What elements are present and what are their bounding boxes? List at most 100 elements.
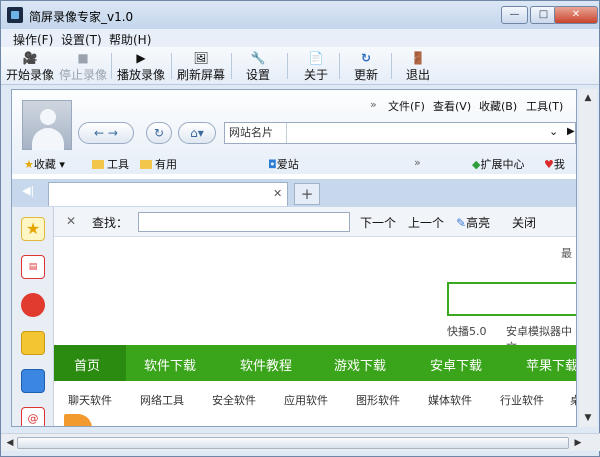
nav-games[interactable]: 游戏下载 [334,355,386,374]
horizontal-scrollbar[interactable]: ◀ ▶ [1,433,600,451]
latest-text: 最 [561,247,572,260]
menu-help[interactable]: 帮助(H) [109,31,151,48]
subnav-security[interactable]: 安全软件 [212,392,256,408]
page-content: 最 快播5.0 安卓模拟器中文 首页 软件下载 软件教程 游戏下载 安卓下载 苹… [54,237,576,426]
fav-extension-center[interactable]: ◆扩展中心 [472,156,524,172]
refresh-screen-button[interactable]: 🖼 刷新屏幕 [175,48,227,84]
chevron-down-icon[interactable]: ⌄ [549,125,558,138]
folder-icon [140,160,152,169]
address-bar[interactable]: 网站名片 ⌄ ▶ [224,122,576,144]
window-title: 简屏录像专家_v1.0 [29,10,134,24]
fav-mine[interactable]: ♥我 [544,156,565,172]
toolbar-divider [339,53,340,79]
find-input[interactable] [138,212,350,232]
toolbar-divider [171,53,172,79]
nav-software[interactable]: 软件下载 [144,355,196,374]
browser-tab[interactable]: ✕ [48,182,288,206]
tab-list-icon[interactable]: ◀| [22,184,34,197]
subnav-chat[interactable]: 聊天软件 [68,392,112,408]
scroll-up-icon[interactable]: ▲ [581,91,595,105]
find-next-button[interactable]: 下一个 [360,214,396,231]
subnav-desktop[interactable]: 桌 [570,392,576,408]
home-icon[interactable]: ⌂▾ [178,122,216,144]
menu-operate[interactable]: 操作(F) [13,31,53,48]
picture-icon: 🖼 [193,51,209,65]
play-record-button[interactable]: ▶ 播放录像 [115,48,167,84]
start-record-button[interactable]: 🎥 开始录像 [5,48,55,84]
document-icon: 📄 [308,51,324,65]
toolbar-divider [391,53,392,79]
menu-bar: 操作(F) 设置(T) 帮助(H) [1,29,599,47]
nav-android[interactable]: 安卓下载 [430,355,482,374]
nav-apple[interactable]: 苹果下载 [526,355,576,374]
nav-home[interactable]: 首页 [74,355,100,374]
go-arrow-icon[interactable]: ▶ [567,126,575,137]
aizhan-icon: ◘ [268,158,277,171]
fav-useful-folder[interactable]: 有用 [140,156,177,172]
fav-tools-folder[interactable]: 工具 [92,156,129,172]
star-icon: ★ [24,158,34,171]
about-button[interactable]: 📄 关于 [299,48,333,84]
toolbar-divider [287,53,288,79]
scroll-down-icon[interactable]: ▼ [581,411,595,425]
browser-menu-tools[interactable]: 工具(T) [526,98,563,114]
nav-tutorial[interactable]: 软件教程 [240,355,292,374]
screen-preview: » 文件(F) 查看(V) 收藏(B) 工具(T) ← → ↻ ⌂▾ 网站名片 … [11,89,577,427]
close-tab-icon[interactable]: ✕ [273,187,282,200]
wrench-icon: 🔧 [250,51,266,65]
site-card-dropdown[interactable]: 网站名片 [225,123,287,143]
menu-settings[interactable]: 设置(T) [61,31,102,48]
subnav-media[interactable]: 媒体软件 [428,392,472,408]
weibo-icon[interactable] [21,293,45,317]
news-icon[interactable]: ▤ [21,255,45,279]
refresh-icon: ↻ [360,51,372,65]
find-bar: ✕ 查找： 下一个 上一个 ✎高亮 关闭 [54,207,576,237]
subnav-apps[interactable]: 应用软件 [284,392,328,408]
exit-button[interactable]: 🚪 退出 [401,48,435,84]
find-close-button[interactable]: 关闭 [512,214,536,231]
scroll-thumb[interactable] [17,437,569,449]
maximize-button[interactable]: □ [530,6,557,24]
fav-aizhan[interactable]: ◘爱站 [268,156,299,172]
browser-menu-favorites[interactable]: 收藏(B) [479,98,517,114]
back-forward-buttons[interactable]: ← → [78,122,134,144]
vertical-scrollbar[interactable]: ▲ ▼ [579,89,597,427]
user-avatar[interactable] [22,100,72,150]
close-find-icon[interactable]: ✕ [66,214,76,228]
hot-link-kuaibo[interactable]: 快播5.0 [447,323,487,339]
sidebar: ★ ▤ @ [12,207,54,426]
toolbar-divider [231,53,232,79]
new-tab-button[interactable]: + [294,183,320,205]
update-button[interactable]: ↻ 更新 [349,48,383,84]
stop-record-button[interactable]: ■ 停止录像 [57,48,109,84]
heart-icon: ♥ [544,158,554,171]
close-button[interactable]: ✕ [554,6,598,24]
subnav-graphics[interactable]: 图形软件 [356,392,400,408]
scroll-left-icon[interactable]: ◀ [3,436,17,450]
notes-icon[interactable] [21,331,45,355]
browser-navbar: » 文件(F) 查看(V) 收藏(B) 工具(T) ← → ↻ ⌂▾ 网站名片 … [12,90,576,174]
highlight-button[interactable]: ✎高亮 [456,214,490,231]
settings-button[interactable]: 🔧 设置 [241,48,275,84]
find-prev-button[interactable]: 上一个 [408,214,444,231]
reload-icon[interactable]: ↻ [146,122,172,144]
search-box[interactable] [447,282,576,316]
subnav-industry[interactable]: 行业软件 [500,392,544,408]
toolbar-divider [111,53,112,79]
browser-menu-view[interactable]: 查看(V) [433,98,471,114]
fav-more[interactable]: » [414,156,421,169]
mail-icon[interactable]: @ [21,407,45,426]
title-bar: 简屏录像专家_v1.0 — □ ✕ [1,1,599,29]
browser-menu-file[interactable]: 文件(F) [388,98,425,114]
fav-collect[interactable]: ★收藏 ▾ [24,156,65,172]
app-window: 简屏录像专家_v1.0 — □ ✕ 操作(F) 设置(T) 帮助(H) 🎥 开始录… [0,0,600,457]
more-chevron-icon[interactable]: » [370,98,377,111]
minimize-button[interactable]: — [501,6,528,24]
phone-icon[interactable] [21,369,45,393]
favorites-star-icon[interactable]: ★ [21,217,45,241]
scroll-right-icon[interactable]: ▶ [571,436,585,450]
play-icon: ▶ [136,51,146,65]
pen-icon: ✎ [456,216,467,230]
stop-icon: ■ [77,51,89,65]
subnav-network[interactable]: 网络工具 [140,392,184,408]
